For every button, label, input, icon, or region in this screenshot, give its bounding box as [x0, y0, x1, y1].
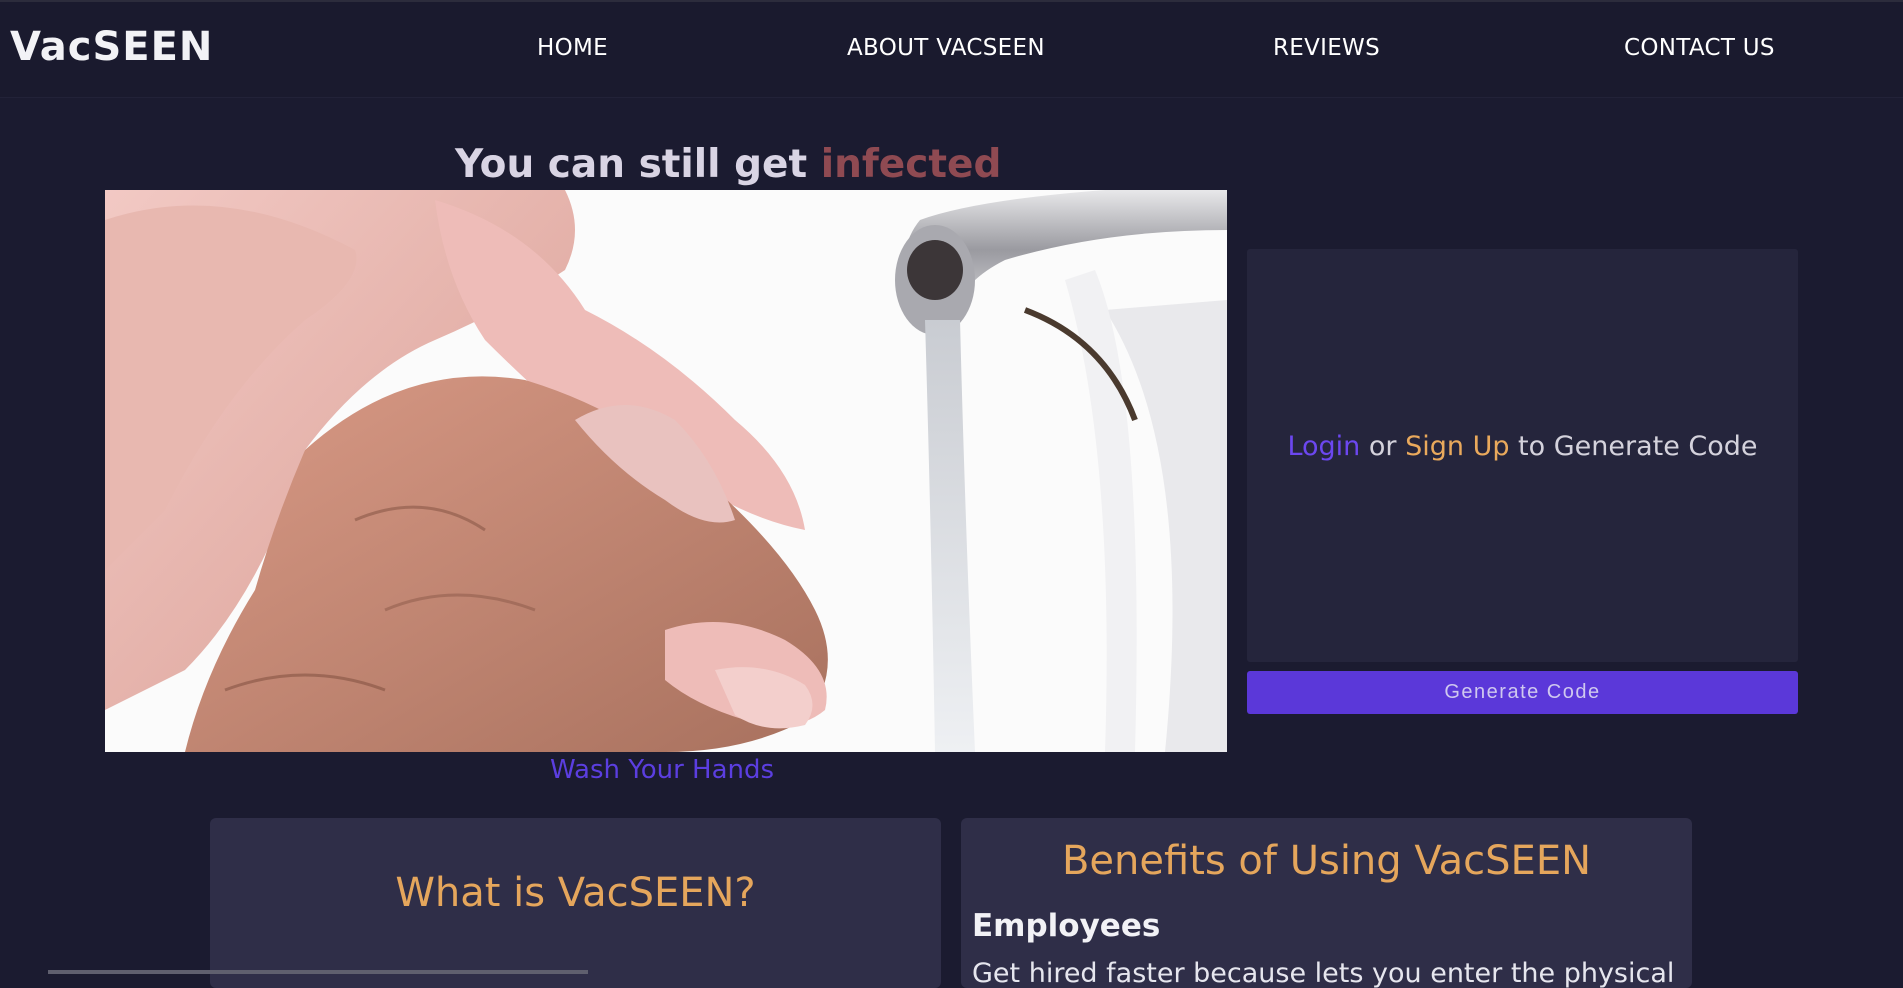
headline-accent-word: infected [820, 142, 1002, 187]
nav-about-link[interactable]: ABOUT VACSEEN [847, 35, 1045, 61]
nav-reviews-link[interactable]: REVIEWS [1273, 35, 1380, 61]
sign-up-link[interactable]: Sign Up [1405, 431, 1509, 462]
top-navbar: VacSEEN HOME ABOUT VACSEEN REVIEWS CONTA… [0, 0, 1903, 98]
employees-description: Get hired faster because lets you enter … [972, 958, 1675, 988]
what-is-vacseen-card: What is VacSEEN? [210, 818, 941, 988]
nav-contact-link[interactable]: CONTACT US [1624, 35, 1775, 61]
generate-code-panel: Login or Sign Up to Generate Code [1247, 249, 1798, 662]
generate-code-text: to Generate Code [1509, 431, 1758, 462]
benefits-card: Benefits of Using VacSEEN Employees Get … [961, 818, 1692, 988]
or-text: or [1360, 431, 1406, 462]
site-logo[interactable]: VacSEEN [10, 24, 213, 70]
nav-home-link[interactable]: HOME [537, 35, 608, 61]
what-is-vacseen-title: What is VacSEEN? [395, 870, 756, 916]
benefits-title: Benefits of Using VacSEEN [1061, 838, 1592, 884]
hand-washing-image [105, 190, 1227, 752]
wash-hands-caption[interactable]: Wash Your Hands [550, 755, 774, 785]
horizontal-scrollbar[interactable] [48, 970, 588, 974]
hero-headline: You can still get infected [455, 142, 1001, 187]
code-panel-message: Login or Sign Up to Generate Code [1247, 431, 1798, 462]
hand-washing-illustration [105, 190, 1227, 752]
generate-code-button[interactable]: Generate Code [1247, 671, 1798, 714]
login-link[interactable]: Login [1287, 431, 1360, 462]
employees-heading: Employees [972, 908, 1161, 944]
headline-text: You can still get [455, 142, 821, 187]
